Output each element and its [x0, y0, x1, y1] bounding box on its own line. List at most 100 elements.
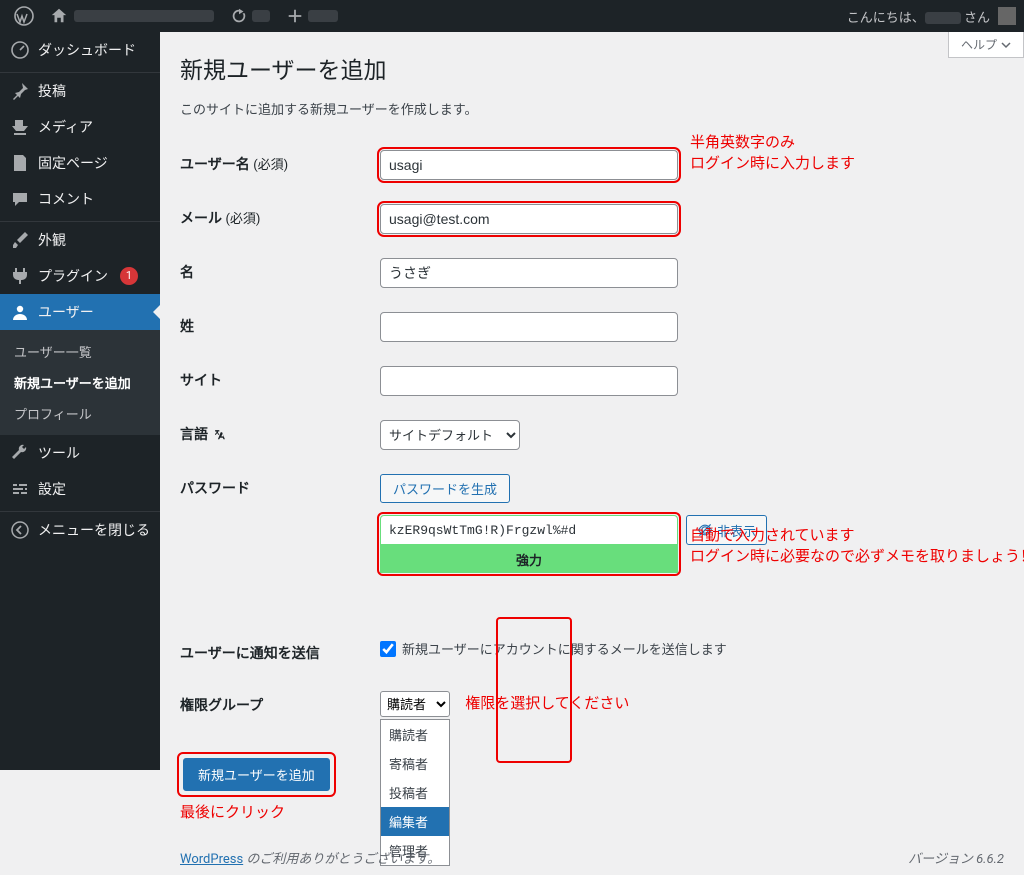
new-content-menu[interactable]: [278, 0, 346, 32]
password-strength-meter: 強力: [380, 545, 678, 573]
email-input[interactable]: [380, 204, 678, 234]
plugins-update-badge: 1: [120, 267, 138, 285]
page-icon: [10, 153, 30, 173]
menu-pages[interactable]: 固定ページ: [0, 145, 160, 181]
main-content: ヘルプ 新規ユーザーを追加 このサイトに追加する新規ユーザーを作成します。 ユー…: [160, 32, 1024, 875]
menu-comments[interactable]: コメント: [0, 181, 160, 217]
chevron-down-icon: [1001, 40, 1011, 50]
annotation-password-l2: ログイン時に必要なので必ずメモを取りましょう！: [690, 546, 1024, 567]
users-submenu: ユーザー一覧 新規ユーザーを追加 プロフィール: [0, 330, 160, 435]
role-select[interactable]: 購読者: [380, 691, 450, 717]
language-label: 言語: [180, 427, 208, 443]
pin-icon: [10, 81, 30, 101]
plus-icon: [286, 7, 304, 25]
user-avatar-icon[interactable]: [998, 7, 1016, 25]
notify-text: 新規ユーザーにアカウントに関するメールを送信します: [402, 639, 727, 658]
lastname-input[interactable]: [380, 312, 678, 342]
annotation-submit: 最後にクリック: [180, 802, 1004, 823]
new-label-obscured: [308, 10, 338, 22]
media-icon: [10, 117, 30, 137]
page-description: このサイトに追加する新規ユーザーを作成します。: [180, 99, 1004, 118]
submenu-users-new[interactable]: 新規ユーザーを追加: [0, 367, 160, 398]
menu-settings[interactable]: 設定: [0, 471, 160, 507]
menu-appearance[interactable]: 外観: [0, 222, 160, 258]
language-select[interactable]: サイトデフォルト: [380, 420, 520, 450]
user-form: ユーザー名 (必須) 半角英数字のみ ログイン時に入力します メール (必須) …: [180, 138, 1004, 731]
generate-password-button[interactable]: パスワードを生成: [380, 474, 510, 503]
menu-collapse[interactable]: メニューを閉じる: [0, 512, 160, 548]
menu-posts-label: 投稿: [38, 81, 66, 101]
site-input[interactable]: [380, 366, 678, 396]
annotation-role: 権限を選択してください: [465, 694, 629, 712]
required-marker: (必須): [253, 158, 288, 173]
admin-toolbar: こんにちは、 さん: [0, 0, 1024, 32]
menu-users-label: ユーザー: [38, 302, 94, 322]
role-option-subscriber[interactable]: 購読者: [381, 720, 449, 749]
username-label: ユーザー名: [180, 157, 250, 173]
menu-media[interactable]: メディア: [0, 109, 160, 145]
updates-count-obscured: [252, 10, 270, 22]
footer-thanks: WordPress のご利用ありがとうございます。: [180, 848, 440, 867]
menu-appearance-label: 外観: [38, 230, 66, 250]
site-name-obscured: [74, 10, 214, 22]
menu-tools[interactable]: ツール: [0, 435, 160, 471]
admin-footer: WordPress のご利用ありがとうございます。 バージョン 6.6.2: [180, 848, 1004, 867]
wordpress-link[interactable]: WordPress: [180, 852, 243, 867]
menu-pages-label: 固定ページ: [38, 153, 108, 173]
wrench-icon: [10, 443, 30, 463]
menu-comments-label: コメント: [38, 189, 94, 209]
comment-icon: [10, 189, 30, 209]
password-input[interactable]: [380, 515, 678, 545]
footer-version: バージョン 6.6.2: [908, 848, 1004, 867]
refresh-icon: [230, 7, 248, 25]
menu-settings-label: 設定: [38, 479, 66, 499]
translate-icon: [213, 428, 227, 442]
annotation-username-l2: ログイン時に入力します: [690, 153, 855, 174]
menu-plugins-label: プラグイン: [38, 266, 108, 286]
menu-media-label: メディア: [38, 117, 93, 137]
help-tab-label: ヘルプ: [961, 36, 997, 53]
firstname-label: 名: [180, 246, 380, 300]
lastname-label: 姓: [180, 300, 380, 354]
role-dropdown-list: 購読者 寄稿者 投稿者 編集者 管理者: [380, 719, 450, 866]
menu-posts[interactable]: 投稿: [0, 73, 160, 109]
admin-sidebar: ダッシュボード 投稿 メディア 固定ページ コメント 外観 プラグイン 1 ユー…: [0, 32, 160, 770]
username-input[interactable]: [380, 150, 678, 180]
required-marker: (必須): [225, 212, 260, 227]
notify-checkbox[interactable]: [380, 641, 396, 657]
updates-menu[interactable]: [222, 0, 278, 32]
role-option-contributor[interactable]: 寄稿者: [381, 749, 449, 778]
notify-checkbox-label[interactable]: 新規ユーザーにアカウントに関するメールを送信します: [380, 639, 994, 658]
username-obscured: [925, 12, 961, 24]
submit-add-user-button[interactable]: 新規ユーザーを追加: [183, 758, 330, 791]
menu-plugins[interactable]: プラグイン 1: [0, 258, 160, 294]
sliders-icon: [10, 479, 30, 499]
collapse-icon: [10, 520, 30, 540]
password-label: パスワード: [180, 462, 380, 627]
menu-users[interactable]: ユーザー: [0, 294, 160, 330]
site-name-menu[interactable]: [42, 0, 222, 32]
notify-label: ユーザーに通知を送信: [180, 627, 380, 679]
user-icon: [10, 302, 30, 322]
menu-collapse-label: メニューを閉じる: [38, 520, 150, 540]
menu-tools-label: ツール: [38, 443, 80, 463]
home-icon: [50, 7, 68, 25]
help-tab[interactable]: ヘルプ: [948, 32, 1024, 58]
submenu-users-profile[interactable]: プロフィール: [0, 398, 160, 429]
site-label: サイト: [180, 354, 380, 408]
email-label: メール: [180, 211, 222, 227]
dashboard-icon: [10, 40, 30, 60]
plugin-icon: [10, 266, 30, 286]
submenu-users-all[interactable]: ユーザー一覧: [0, 336, 160, 367]
annotation-password-l1: 自動で入力されています: [690, 525, 1024, 546]
page-title: 新規ユーザーを追加: [180, 42, 1004, 89]
role-label: 権限グループ: [180, 679, 380, 731]
wordpress-logo-icon: [14, 6, 34, 26]
menu-dashboard-label: ダッシュボード: [38, 40, 136, 60]
annotation-username-l1: 半角英数字のみ: [690, 132, 855, 153]
greeting-text: こんにちは、 さん: [847, 7, 990, 26]
firstname-input[interactable]: [380, 258, 678, 288]
wp-logo-menu[interactable]: [6, 0, 42, 32]
password-field-wrap: 強力: [380, 515, 678, 573]
menu-dashboard[interactable]: ダッシュボード: [0, 32, 160, 68]
